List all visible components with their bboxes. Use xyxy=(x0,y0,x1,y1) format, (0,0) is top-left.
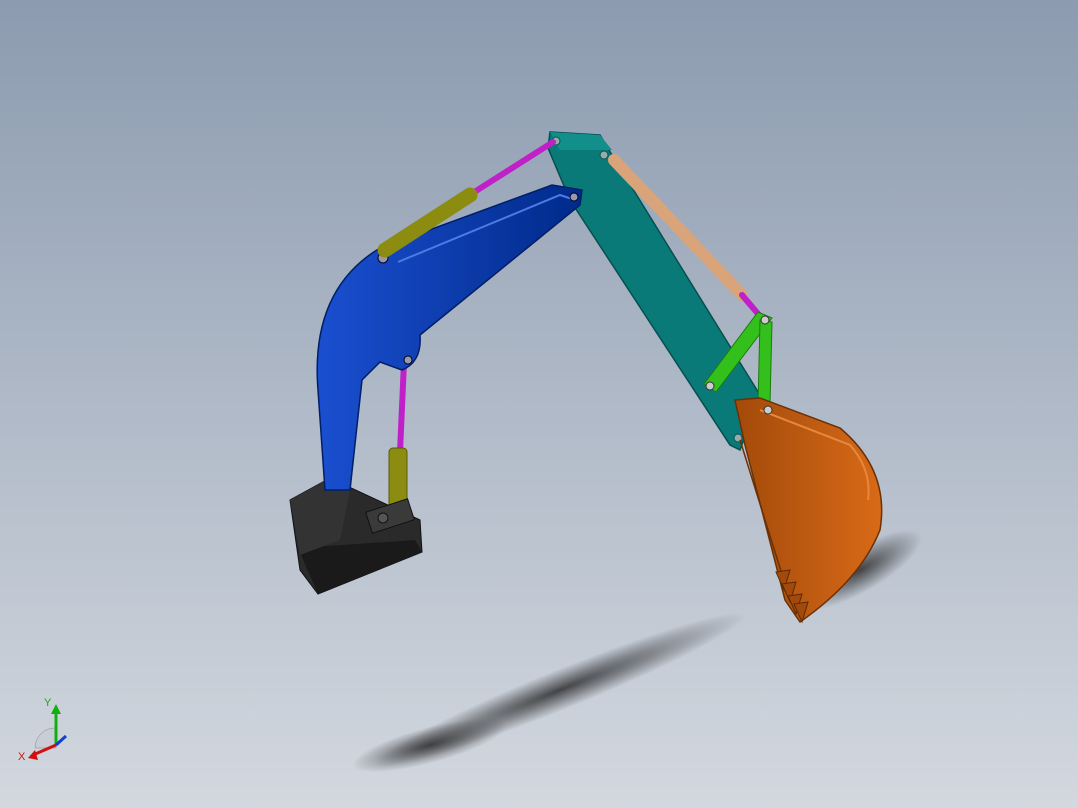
triad-x-label: X xyxy=(18,751,26,763)
triad-y-label: Y xyxy=(44,697,52,709)
boom-cylinder-rod[interactable] xyxy=(397,359,407,455)
cad-scene[interactable]: Y X xyxy=(0,0,1078,808)
graphics-viewport[interactable]: Y X xyxy=(0,0,1078,808)
